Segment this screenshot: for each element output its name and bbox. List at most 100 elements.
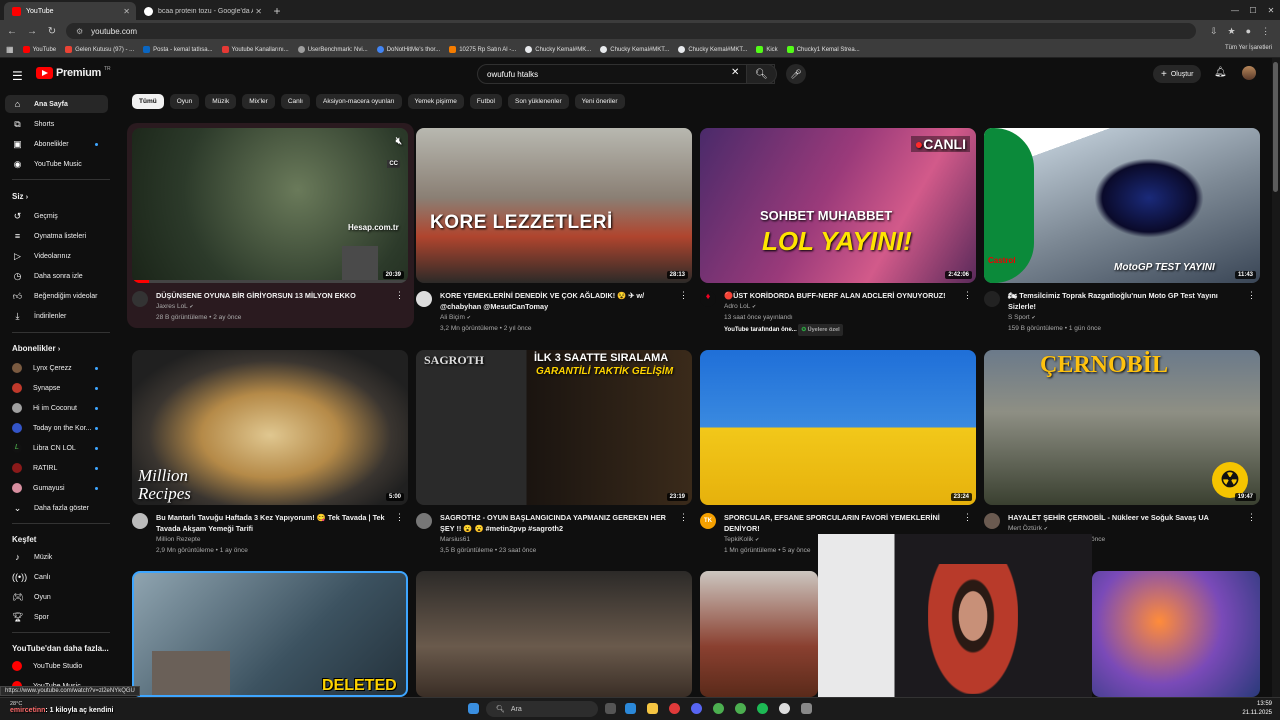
bookmark-item[interactable]: DoNotHitMe's thor...: [376, 46, 440, 53]
file-explorer-icon[interactable]: [647, 703, 658, 714]
more-options-icon[interactable]: ⋮: [395, 290, 404, 301]
video-thumbnail[interactable]: SAGROTH İLK 3 SAATTE SIRALAMA GARANTİLİ …: [416, 350, 692, 505]
notifications-bell-icon[interactable]: 🔔︎: [1214, 67, 1227, 78]
task-view-icon[interactable]: [605, 703, 616, 714]
discord-icon[interactable]: [691, 703, 702, 714]
scrollbar-thumb[interactable]: [1273, 62, 1278, 192]
sidebar-item-sports[interactable]: 🏆︎ Spor: [5, 608, 108, 626]
more-options-icon[interactable]: ⋮: [395, 512, 404, 523]
video-title[interactable]: 🏍 Temsilcimiz Toprak Razgatlıoğlu'nun Mo…: [1008, 290, 1240, 312]
bookmark-star-icon[interactable]: ★: [1228, 26, 1236, 37]
chip-gaming[interactable]: Oyun: [169, 94, 200, 109]
sidebar-item-home[interactable]: ⌂ Ana Sayfa: [5, 95, 108, 113]
channel-name[interactable]: Adro LoL ✔: [724, 302, 756, 312]
bookmark-item[interactable]: Gelen Kutusu (97) - ...: [65, 46, 134, 53]
sidebar-item-studio[interactable]: YouTube Studio: [5, 657, 108, 675]
bookmark-item[interactable]: Chucky Kemal#MKT...: [600, 46, 669, 53]
sidebar-item-live[interactable]: ((•)) Canlı: [5, 568, 108, 586]
bookmark-item[interactable]: 10275 Rp Satın Al -...: [449, 46, 516, 53]
youtube-premium-logo[interactable]: Premium TR: [36, 66, 111, 79]
chip-football[interactable]: Futbol: [469, 94, 502, 109]
bookmark-item[interactable]: Chucky Kemal#MK...: [525, 46, 591, 53]
browser-tab-youtube[interactable]: YouTube ✕: [4, 2, 136, 20]
video-thumbnail[interactable]: 🔇︎ CC Hesap.com.tr 20:39: [132, 128, 408, 283]
bookmark-item[interactable]: Posta - kemal tatlısa...: [143, 46, 213, 53]
channel-name[interactable]: S Sport ✔: [1008, 313, 1036, 323]
sidebar-sub-today-korea[interactable]: Today on the Kor...: [5, 419, 108, 437]
menu-icon[interactable]: ⋮: [1261, 26, 1270, 37]
chrome-icon[interactable]: [713, 703, 724, 714]
reload-icon[interactable]: ↻: [46, 26, 58, 37]
install-icon[interactable]: ⇩: [1210, 26, 1218, 37]
all-bookmarks-folder[interactable]: Tüm Yer İşaretleri: [1225, 45, 1272, 51]
video-thumbnail[interactable]: ÇERNOBİL ☢ 19:47: [984, 350, 1260, 505]
close-window-icon[interactable]: ✕: [1262, 6, 1280, 15]
apps-icon[interactable]: ▦: [6, 45, 14, 54]
video-title[interactable]: DÜŞÜNSENE OYUNA BİR GİRİYORSUN 13 MİLYON…: [156, 290, 388, 301]
video-title[interactable]: Bu Mantarlı Tavuğu Haftada 3 Kez Yapıyor…: [156, 512, 388, 534]
url-field[interactable]: ⚙ youtube.com: [66, 23, 1196, 39]
chip-new-to-you[interactable]: Yeni öneriler: [574, 94, 625, 109]
sidebar-item-history[interactable]: ↺ Geçmiş: [5, 207, 108, 225]
sidebar-item-gaming[interactable]: 🎮︎ Oyun: [5, 588, 108, 606]
sidebar-item-playlists[interactable]: ≡ Oynatma listeleri: [5, 227, 108, 245]
browser-tab-google[interactable]: bcaa protein tozu - Google'da Ar ✕: [136, 2, 268, 20]
voice-search-button[interactable]: 🎤︎: [786, 64, 806, 84]
bookmark-item[interactable]: Youtube Kanallarını...: [221, 46, 289, 53]
channel-name[interactable]: Ali Biçim ✔: [440, 313, 471, 323]
more-options-icon[interactable]: ⋮: [679, 290, 688, 301]
captions-icon[interactable]: CC: [387, 160, 400, 168]
channel-name[interactable]: Jaxres LoL ✔: [156, 302, 194, 312]
video-thumbnail[interactable]: [1092, 571, 1260, 697]
bookmark-item[interactable]: YouTube: [22, 46, 56, 53]
chip-recent[interactable]: Son yüklenenler: [508, 94, 569, 109]
video-thumbnail[interactable]: Million Recipes 5:00: [132, 350, 408, 505]
sidebar-show-more[interactable]: ⌄ Daha fazla göster: [5, 499, 108, 517]
channel-avatar[interactable]: [132, 291, 148, 307]
chrome-icon[interactable]: [735, 703, 746, 714]
sidebar-sub-ratirl[interactable]: RATIRL: [5, 459, 108, 477]
avatar[interactable]: [1242, 66, 1256, 80]
opera-icon[interactable]: [669, 703, 680, 714]
sidebar-item-youtube-music[interactable]: ◉ YouTube Music: [5, 155, 108, 173]
video-title[interactable]: SPORCULAR, EFSANE SPORCULARIN FAVORİ YEM…: [724, 512, 956, 534]
profile-icon[interactable]: ●: [1246, 26, 1251, 37]
more-options-icon[interactable]: ⋮: [679, 512, 688, 523]
chip-cooking[interactable]: Yemek pişirme: [407, 94, 464, 109]
sidebar-item-your-videos[interactable]: ▷ Videolarınız: [5, 247, 108, 265]
sidebar-item-shorts[interactable]: ⧉ Shorts: [5, 115, 108, 133]
sidebar-item-downloads[interactable]: ⤓ İndirilenler: [5, 307, 108, 325]
maximize-icon[interactable]: ☐: [1244, 6, 1262, 15]
chip-live[interactable]: Canlı: [280, 94, 310, 109]
sidebar-sub-libra[interactable]: L Libra CN LOL: [5, 439, 108, 457]
sidebar-sub-synapse[interactable]: Synapse: [5, 379, 108, 397]
system-clock[interactable]: 13:59 21.11.2025: [1242, 700, 1272, 718]
video-thumbnail[interactable]: ●CANLI SOHBET MUHABBET LOL YAYINI! 2:42:…: [700, 128, 976, 283]
spotify-icon[interactable]: [757, 703, 768, 714]
video-title[interactable]: HAYALET ŞEHİR ÇERNOBİL - Nükleer ve Soğu…: [1008, 512, 1240, 523]
video-thumbnail[interactable]: [700, 571, 818, 697]
taskbar-search[interactable]: 🔍︎ Ara: [486, 701, 598, 717]
sidebar-item-subscriptions[interactable]: ▣ Abonelikler: [5, 135, 108, 153]
hamburger-menu-icon[interactable]: ☰: [12, 69, 23, 83]
create-button[interactable]: + Oluştur: [1153, 65, 1202, 83]
bookmark-item[interactable]: Kick: [756, 46, 778, 53]
close-tab-icon[interactable]: ✕: [123, 7, 130, 16]
subscriptions-heading[interactable]: Abonelikler ›: [12, 344, 60, 353]
more-options-icon[interactable]: ⋮: [963, 512, 972, 523]
mute-icon[interactable]: 🔇︎: [396, 136, 402, 147]
video-title[interactable]: 🔴ÜST KORİDORDA BUFF-NERF ALAN ADCLERİ OY…: [724, 290, 956, 301]
forward-icon[interactable]: →: [26, 26, 38, 37]
search-button[interactable]: 🔍︎: [746, 64, 777, 84]
clear-search-icon[interactable]: ✕: [731, 67, 739, 78]
video-thumbnail[interactable]: Castrol MotoGP TEST YAYINI 11:43: [984, 128, 1260, 283]
channel-avatar[interactable]: [416, 291, 432, 307]
app-icon[interactable]: [801, 703, 812, 714]
channel-avatar[interactable]: [416, 513, 432, 529]
channel-name[interactable]: Mert Öztürk ✔: [1008, 524, 1048, 534]
channel-name[interactable]: TepkiKolik ✔: [724, 535, 759, 545]
more-options-icon[interactable]: ⋮: [1247, 290, 1256, 301]
chip-mixes[interactable]: Mix'ler: [242, 94, 275, 109]
channel-name[interactable]: Marsius61: [440, 535, 470, 545]
sidebar-sub-lynx[interactable]: Lynx Çerezz: [5, 359, 108, 377]
